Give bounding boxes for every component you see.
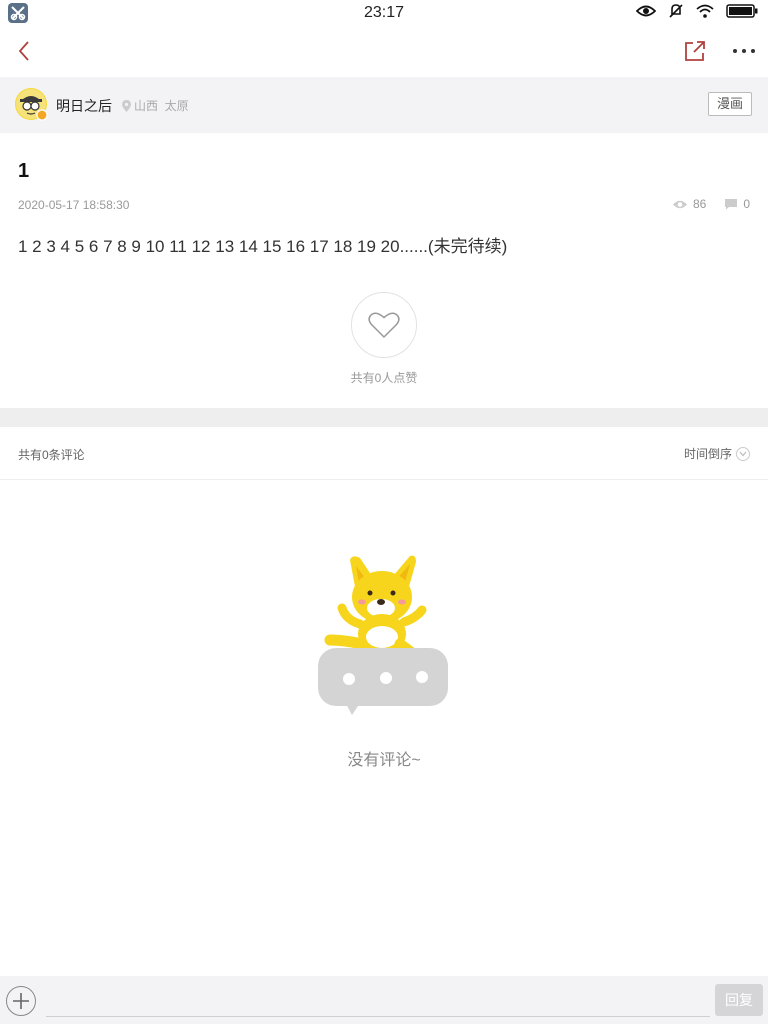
divider-line xyxy=(0,479,768,480)
empty-mascot-illustration xyxy=(318,552,450,717)
battery-icon xyxy=(726,3,758,23)
wifi-icon xyxy=(696,4,714,23)
author-bar: 明日之后 山西 太原 漫画 xyxy=(0,77,768,133)
comment-icon xyxy=(725,199,738,210)
sort-toggle[interactable]: 时间倒序 xyxy=(684,445,750,462)
view-icon xyxy=(672,200,687,208)
add-button[interactable] xyxy=(6,986,36,1016)
section-divider xyxy=(0,408,768,427)
post-date: 2020-05-17 18:58:30 xyxy=(18,198,130,212)
comment-count-value: 0 xyxy=(743,197,750,211)
reply-button[interactable]: 回复 xyxy=(715,984,763,1016)
empty-comments-text: 没有评论~ xyxy=(347,752,421,769)
like-button[interactable] xyxy=(351,292,417,358)
comment-count[interactable]: 0 xyxy=(724,197,750,211)
mute-icon xyxy=(668,3,684,24)
nav-bar xyxy=(0,26,768,76)
reply-input[interactable] xyxy=(46,988,710,1017)
location: 山西 太原 xyxy=(122,97,189,114)
share-icon[interactable] xyxy=(683,39,707,63)
post-title: 1 xyxy=(18,160,30,182)
eye-icon xyxy=(635,4,657,23)
status-icons xyxy=(635,3,758,24)
author-name[interactable]: 明日之后 xyxy=(56,96,112,116)
like-count-text: 共有0人点赞 xyxy=(350,371,418,385)
comments-count: 共有0条评论 xyxy=(18,448,85,462)
heart-icon xyxy=(368,312,400,339)
back-chevron-icon[interactable] xyxy=(14,38,36,64)
chevron-down-icon xyxy=(736,446,750,461)
sort-label: 时间倒序 xyxy=(683,447,732,461)
view-count: 86 xyxy=(672,197,706,211)
location-pin-icon xyxy=(122,99,131,112)
avatar[interactable] xyxy=(15,88,48,121)
more-icon[interactable] xyxy=(731,44,757,58)
bottom-bar: 回复 xyxy=(0,976,768,1024)
view-count-value: 86 xyxy=(692,197,707,211)
plus-icon xyxy=(13,993,29,1009)
status-bar: 23:17 xyxy=(0,0,768,26)
post-body: 1 2 3 4 5 6 7 8 9 10 11 12 13 14 15 16 1… xyxy=(18,237,508,256)
post-stats: 86 0 xyxy=(672,197,750,211)
location-text: 山西 太原 xyxy=(134,99,189,113)
category-tag[interactable]: 漫画 xyxy=(708,92,752,116)
